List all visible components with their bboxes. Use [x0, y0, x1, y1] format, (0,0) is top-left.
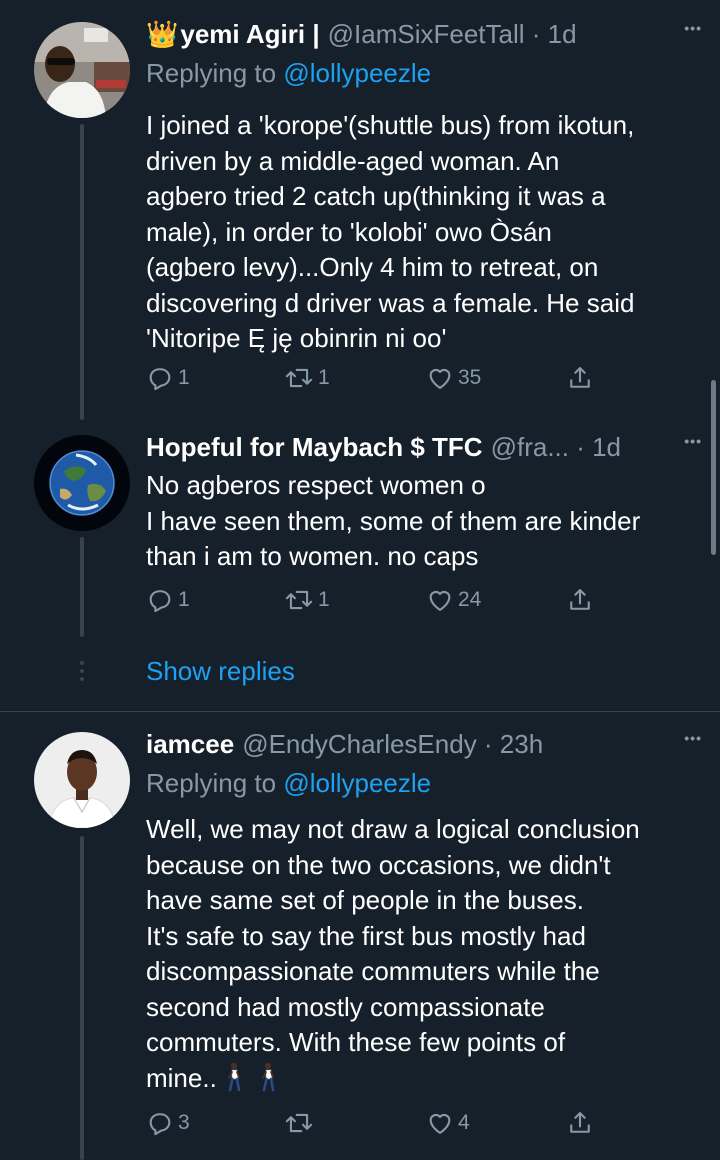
avatar[interactable] — [34, 22, 130, 118]
text-line: male), in order to 'kolobi' owo Òsán — [146, 216, 552, 247]
reply-button[interactable]: 3 — [146, 1109, 190, 1137]
action-bar: 1 1 24 — [146, 586, 596, 622]
avatar[interactable] — [34, 435, 130, 531]
retweet-button[interactable]: 1 — [284, 586, 330, 614]
show-replies-link[interactable]: Show replies — [146, 656, 295, 687]
tweet-text: I joined a 'korope'(shuttle bus) from ik… — [146, 108, 696, 357]
share-button[interactable] — [566, 364, 594, 392]
text-line: No agberos respect women o — [146, 470, 486, 500]
reply-count: 1 — [178, 366, 190, 389]
text-line: second had mostly compassionate — [146, 991, 545, 1022]
text-line: discovering d driver was a female. He sa… — [146, 287, 635, 318]
replying-handle[interactable]: @lollypeezle — [283, 58, 431, 88]
tweet-hopeful[interactable]: Hopeful for Maybach $ TFC @fra... · 1d •… — [0, 425, 720, 710]
thread-line — [80, 836, 84, 1160]
retweet-icon — [285, 1113, 313, 1133]
like-count: 24 — [458, 588, 482, 611]
tweet-text: No agberos respect women o I have seen t… — [146, 468, 696, 575]
tweet-header: 👑 yemi Agiri | @IamSixFeetTall · 1d — [146, 14, 700, 54]
retweet-count: 1 — [318, 588, 330, 611]
avatar[interactable] — [34, 732, 130, 828]
reply-button[interactable]: 1 — [146, 586, 190, 614]
share-icon — [570, 367, 590, 388]
handle-time[interactable]: @IamSixFeetTall · 1d — [328, 19, 577, 50]
text-line: commuters. With these few points of — [146, 1027, 566, 1057]
retweet-button[interactable]: 1 — [284, 364, 330, 392]
text-line: Well, we may not draw a logical conclusi… — [146, 814, 640, 844]
retweet-count: 1 — [318, 366, 330, 389]
replying-to: Replying to @lollypeezle — [146, 768, 431, 799]
thread-dots — [79, 661, 85, 685]
like-button[interactable]: 4 — [426, 1109, 470, 1137]
share-button[interactable] — [566, 586, 594, 614]
crown-emoji: 👑 — [146, 18, 179, 49]
action-bar: 1 1 35 — [146, 364, 596, 400]
tweet-header: Hopeful for Maybach $ TFC @fra... · 1d — [146, 427, 700, 467]
share-icon — [570, 1112, 590, 1133]
tweet-header: iamcee @EndyCharlesEndy · 23h — [146, 724, 700, 764]
tweet-text: Well, we may not draw a logical conclusi… — [146, 812, 696, 1101]
text-line: I joined a 'korope'(shuttle bus) from ik… — [146, 110, 635, 140]
text-line: than i am to women. no caps — [146, 541, 479, 571]
more-icon[interactable]: ••• — [684, 730, 702, 746]
action-bar: 3 4 — [146, 1109, 596, 1145]
retweet-icon — [285, 590, 313, 610]
replying-to: Replying to @lollypeezle — [146, 58, 431, 89]
reply-count: 3 — [178, 1111, 190, 1134]
more-icon[interactable]: ••• — [684, 433, 702, 449]
reply-count: 1 — [178, 588, 190, 611]
reply-icon — [149, 1113, 171, 1136]
text-line: (agbero levy)...Only 4 him to retreat, o… — [146, 252, 599, 282]
timeline: 👑 yemi Agiri | @IamSixFeetTall · 1d ••• … — [0, 0, 720, 1160]
retweet-button[interactable] — [284, 1109, 318, 1137]
text-line: It's safe to say the first bus mostly ha… — [146, 920, 586, 951]
heart-icon — [429, 1113, 451, 1134]
text-line: agbero tried 2 catch up(thinking it was … — [146, 181, 606, 211]
thread-line — [80, 537, 84, 637]
display-name[interactable]: iamcee — [146, 729, 234, 760]
like-count: 4 — [458, 1111, 470, 1134]
scrollbar[interactable] — [711, 380, 716, 555]
text-line: mine.. — [146, 1062, 217, 1093]
display-name[interactable]: yemi Agiri | — [180, 19, 319, 50]
walking-person-emoji — [223, 1062, 245, 1102]
display-name[interactable]: Hopeful for Maybach $ TFC — [146, 432, 483, 463]
like-button[interactable]: 24 — [426, 586, 481, 614]
tweet-iamcee[interactable]: iamcee @EndyCharlesEndy · 23h ••• Replyi… — [0, 712, 720, 1160]
replying-prefix: Replying to — [146, 768, 284, 798]
handle-time[interactable]: @EndyCharlesEndy · 23h — [242, 729, 543, 760]
replying-prefix: Replying to — [146, 58, 284, 88]
handle-time[interactable]: @fra... · 1d — [491, 432, 621, 463]
walking-person-emoji — [257, 1062, 279, 1102]
text-line: I have seen them, some of them are kinde… — [146, 505, 641, 536]
tweet-yemi[interactable]: 👑 yemi Agiri | @IamSixFeetTall · 1d ••• … — [0, 0, 720, 425]
reply-icon — [149, 368, 171, 391]
share-button[interactable] — [566, 1109, 594, 1137]
text-line: 'Nitoripe Ę ję obinrin ni oo' — [146, 323, 447, 353]
like-count: 35 — [458, 366, 482, 389]
text-line: discompassionate commuters while the — [146, 956, 600, 986]
replying-handle[interactable]: @lollypeezle — [283, 768, 431, 798]
text-line-with-emoji: mine.. — [146, 1061, 696, 1102]
reply-button[interactable]: 1 — [146, 364, 190, 392]
heart-icon — [429, 590, 451, 611]
share-icon — [570, 589, 590, 610]
more-icon[interactable]: ••• — [684, 20, 702, 36]
thread-line — [80, 124, 84, 420]
heart-icon — [429, 368, 451, 389]
reply-icon — [149, 590, 171, 613]
text-line: because on the two occasions, we didn't — [146, 849, 611, 880]
like-button[interactable]: 35 — [426, 364, 481, 392]
text-line: have same set of people in the buses. — [146, 885, 584, 915]
retweet-icon — [285, 368, 313, 388]
text-line: driven by a middle-aged woman. An — [146, 145, 560, 176]
